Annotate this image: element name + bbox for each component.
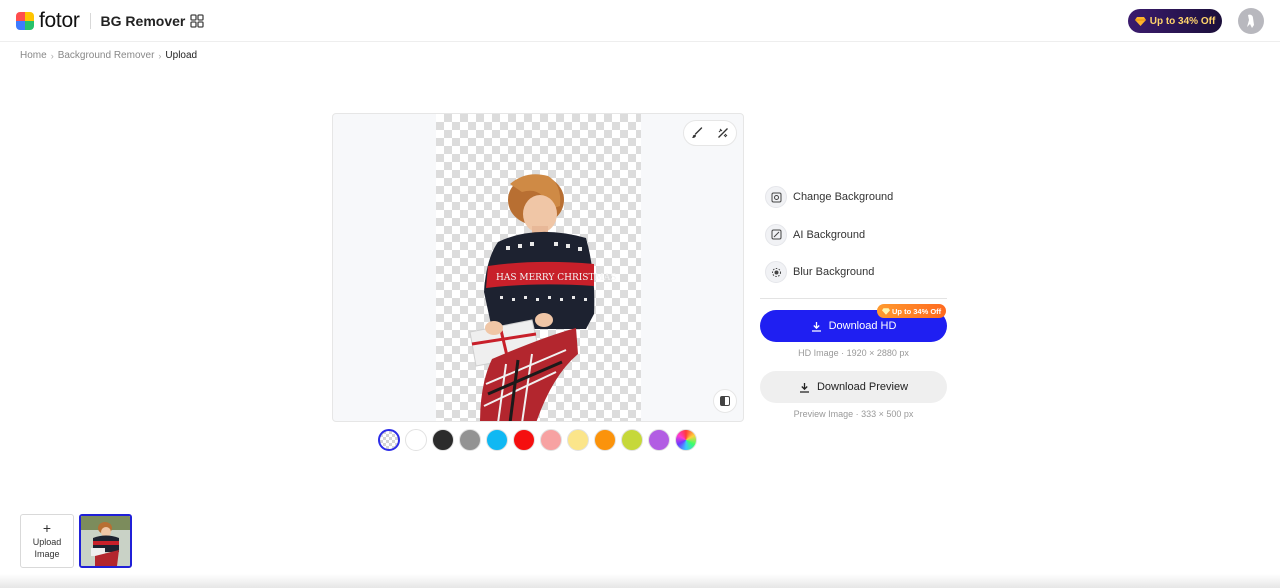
swatch-color-3[interactable] [459,429,481,451]
fotor-logo[interactable]: fotor BG Remover [16,9,186,32]
hd-image-caption: HD Image · 1920 × 2880 px [798,348,909,358]
cutout-person-image: HAS MERRY CHRISTMAS [469,174,616,421]
discount-badge-label: Up to 34% Off [892,306,942,316]
user-avatar-icon [1247,14,1254,28]
product-name: BG Remover [100,13,186,29]
swatch-color-7[interactable] [567,429,589,451]
download-icon [811,321,821,332]
image-canvas[interactable]: HAS MERRY CHRISTMAS [332,113,744,422]
swatch-color-4[interactable] [486,429,508,451]
change-background-label: Change Background [793,191,894,203]
chevron-right-icon: › [158,50,162,61]
ai-background-icon [765,223,787,246]
swatch-color-5[interactable] [513,429,535,451]
gem-icon [882,307,890,315]
breadcrumb-current: Upload [165,50,198,61]
blur-background-option[interactable]: Blur Background [760,258,947,286]
swatch-color-8[interactable] [594,429,616,451]
background-options: Change Background AI Background Blur Bac… [760,183,947,296]
blur-background-icon [765,261,787,283]
ai-background-option[interactable]: AI Background [760,221,947,249]
change-background-option[interactable]: Change Background [760,183,947,211]
upload-label-line2: Image [34,549,60,559]
download-icon [799,382,809,393]
swatch-transparent[interactable] [378,429,400,451]
user-avatar[interactable] [1238,8,1264,34]
background-color-swatches [378,429,697,451]
thumbnail-photo [81,516,130,566]
swatch-color-1[interactable] [405,429,427,451]
download-preview-button[interactable]: Download Preview [760,371,947,403]
compare-button[interactable] [713,389,737,413]
swatch-custom-color[interactable] [675,429,697,451]
bottom-shadow [0,574,1280,588]
plus-icon: + [42,520,52,536]
download-hd-label: Download HD [828,320,897,332]
transparent-background: HAS MERRY CHRISTMAS [436,114,641,421]
image-thumbnail[interactable] [79,514,132,568]
compare-icon [720,396,730,406]
upload-label-line1: Upload [32,537,62,547]
chevron-right-icon: › [50,50,54,61]
download-preview-label: Download Preview [816,381,909,393]
change-background-icon [765,186,787,208]
breadcrumb: Home › Background Remover › Upload [20,50,197,61]
discount-badge: Up to 34% Off [877,304,947,318]
ai-background-label: AI Background [793,228,866,241]
panel-divider [760,298,947,299]
swatch-color-2[interactable] [432,429,454,451]
apps-grid-icon[interactable] [190,14,204,28]
svg-text:HAS MERRY CHRISTMAS: HAS MERRY CHRISTMAS [496,273,616,283]
logo-text: fotor [39,9,80,32]
gem-icon [1134,16,1146,26]
top-bar: fotor BG Remover Up to 34% Off [0,0,1280,42]
swatch-color-10[interactable] [648,429,670,451]
brush-icon[interactable] [691,127,703,139]
edit-tools [683,120,737,146]
breadcrumb-home[interactable]: Home [20,50,47,61]
eraser-icon[interactable] [717,127,729,139]
promo-button[interactable]: Up to 34% Off [1128,9,1222,33]
fotor-logo-icon [16,12,34,30]
preview-image-caption: Preview Image · 333 × 500 px [793,409,914,419]
blur-background-label: Blur Background [793,266,875,278]
breadcrumb-background-remover[interactable]: Background Remover [58,50,155,61]
swatch-color-6[interactable] [540,429,562,451]
upload-image-button[interactable]: + Upload Image [20,514,74,568]
logo-divider [89,13,91,29]
promo-label: Up to 34% Off [1149,15,1216,27]
swatch-color-9[interactable] [621,429,643,451]
